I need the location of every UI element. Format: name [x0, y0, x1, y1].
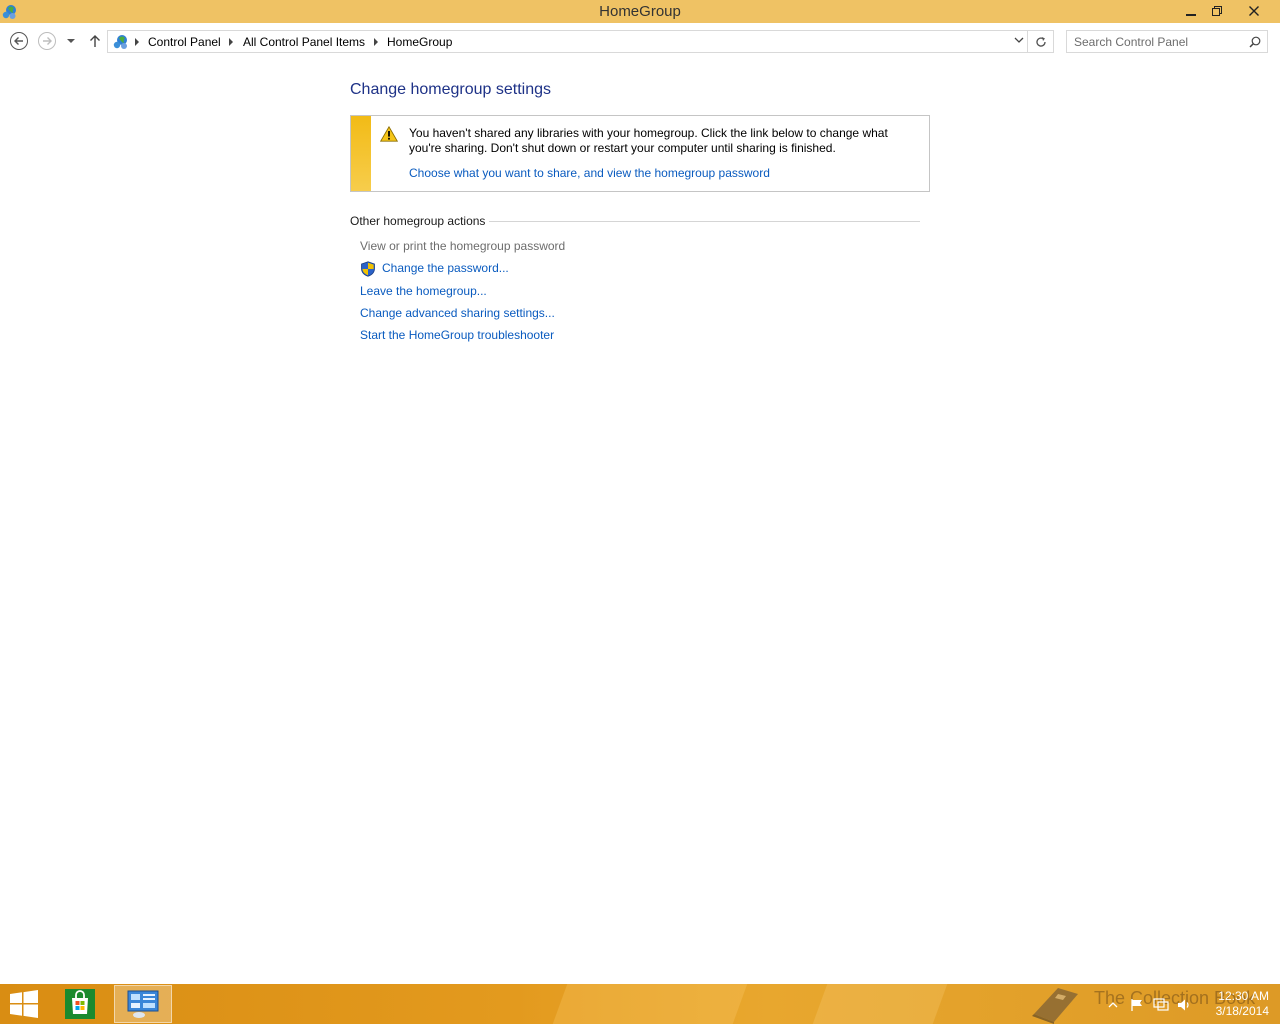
recent-locations-button[interactable]	[63, 31, 79, 51]
title-bar: HomeGroup	[0, 0, 1280, 23]
store-button[interactable]	[60, 985, 100, 1023]
search-input[interactable]	[1067, 31, 1245, 52]
change-password-link[interactable]: Change the password...	[382, 261, 509, 275]
troubleshooter-link[interactable]: Start the HomeGroup troubleshooter	[360, 328, 554, 342]
breadcrumb-separator-icon[interactable]	[132, 36, 142, 48]
minimize-button[interactable]	[1178, 0, 1204, 21]
clock-time: 12:30 AM	[1218, 989, 1269, 1003]
forward-arrow-icon	[38, 32, 56, 50]
page-title: Change homegroup settings	[350, 81, 552, 98]
network-button[interactable]	[1152, 996, 1170, 1014]
uac-shield-icon	[361, 261, 375, 277]
up-button[interactable]	[85, 31, 105, 51]
forward-button[interactable]	[37, 31, 57, 51]
flag-icon	[1131, 999, 1142, 1011]
breadcrumb-control-panel[interactable]: Control Panel	[148, 35, 221, 49]
watermark-book-icon	[1032, 988, 1078, 1024]
refresh-button[interactable]	[1028, 30, 1054, 53]
store-icon	[65, 989, 95, 1019]
refresh-icon	[1035, 36, 1046, 47]
close-button[interactable]	[1230, 0, 1278, 21]
show-hidden-icons-button[interactable]	[1104, 996, 1122, 1014]
sharing-notification: You haven't shared any libraries with yo…	[350, 115, 930, 192]
breadcrumb-all-items[interactable]: All Control Panel Items	[243, 35, 365, 49]
volume-button[interactable]	[1176, 996, 1194, 1014]
address-bar[interactable]: Control Panel All Control Panel Items Ho…	[107, 30, 1028, 53]
up-arrow-icon	[90, 35, 100, 47]
breadcrumb-separator-icon[interactable]	[371, 36, 381, 48]
advanced-sharing-link[interactable]: Change advanced sharing settings...	[360, 306, 555, 320]
control-panel-icon	[127, 990, 159, 1018]
minimize-icon	[1186, 13, 1196, 16]
address-dropdown-button[interactable]	[1012, 33, 1026, 47]
clock[interactable]: 12:30 AM 3/18/2014	[1205, 989, 1269, 1019]
taskbar-decoration	[552, 984, 748, 1024]
restore-icon	[1212, 5, 1222, 16]
taskbar-decoration	[812, 984, 948, 1024]
chevron-down-icon	[67, 39, 75, 43]
back-arrow-icon	[10, 32, 28, 50]
leave-homegroup-link[interactable]: Leave the homegroup...	[360, 284, 487, 298]
start-button[interactable]	[9, 990, 39, 1018]
back-button[interactable]	[9, 31, 29, 51]
window-title: HomeGroup	[599, 3, 681, 20]
chevron-down-icon	[1014, 37, 1024, 43]
search-box[interactable]	[1066, 30, 1268, 53]
action-center-button[interactable]	[1128, 996, 1146, 1014]
control-panel-icon	[113, 35, 127, 49]
warning-stripe	[351, 116, 371, 191]
warning-icon	[380, 126, 398, 142]
control-panel-taskbar-button[interactable]	[114, 985, 172, 1023]
breadcrumb-homegroup[interactable]: HomeGroup	[387, 35, 452, 49]
info-message: You haven't shared any libraries with yo…	[409, 126, 888, 155]
breadcrumb-separator-icon[interactable]	[226, 36, 236, 48]
restore-button[interactable]	[1204, 0, 1230, 21]
view-password-link: View or print the homegroup password	[360, 239, 566, 253]
clock-date: 3/18/2014	[1215, 1004, 1269, 1018]
chevron-up-icon	[1108, 1002, 1118, 1008]
search-icon[interactable]	[1247, 34, 1263, 50]
speaker-icon	[1178, 999, 1189, 1011]
other-actions-heading: Other homegroup actions	[350, 214, 490, 228]
close-icon	[1249, 5, 1259, 16]
navigation-bar: Control Panel All Control Panel Items Ho…	[0, 28, 1280, 54]
taskbar: The Collection Book 12:30 AM 3/18/2014	[0, 984, 1280, 1024]
choose-share-link[interactable]: Choose what you want to share, and view …	[409, 166, 770, 180]
network-icon	[1153, 998, 1169, 1011]
